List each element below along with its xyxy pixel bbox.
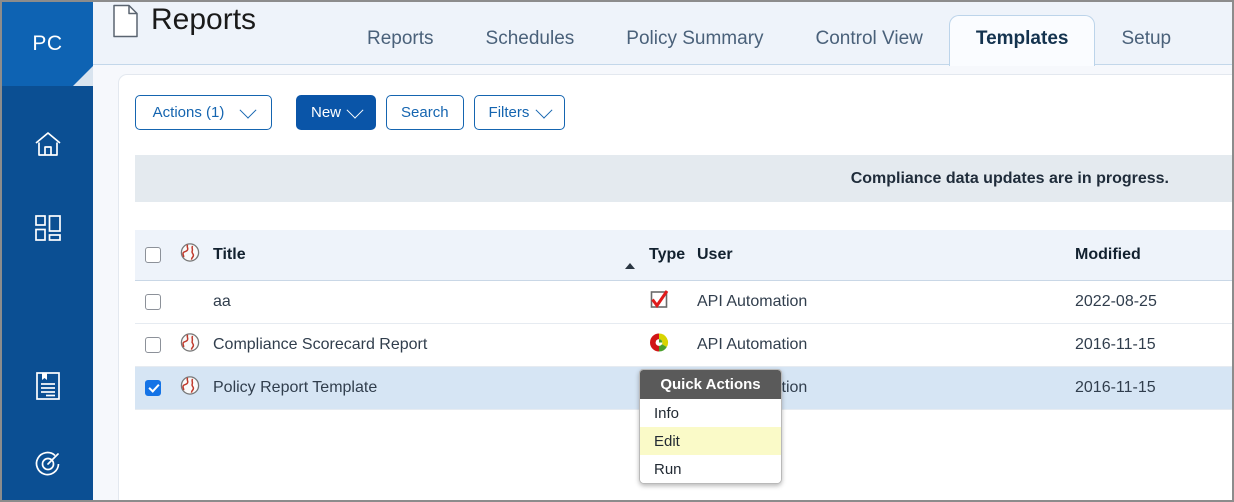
- notice-bar: Compliance data updates are in progress.: [135, 155, 1232, 202]
- globe-icon: [180, 243, 200, 268]
- search-button[interactable]: Search: [386, 95, 464, 130]
- quick-actions-title: Quick Actions: [640, 370, 781, 399]
- table-header-row: Title Type User Modified: [135, 230, 1232, 281]
- chevron-down-icon: [346, 101, 364, 119]
- application-window: PC Reports Reports Schedules Policy Summ…: [0, 0, 1234, 502]
- new-button[interactable]: New: [296, 95, 377, 130]
- row-title: Policy Report Template: [213, 379, 378, 396]
- globe-icon: [180, 376, 200, 401]
- checkbox-box: [145, 380, 161, 396]
- quick-actions-menu: Quick Actions Info Edit Run: [639, 369, 782, 484]
- left-nav-rail: PC: [2, 2, 93, 500]
- chevron-down-icon: [535, 101, 553, 119]
- tab-templates[interactable]: Templates: [948, 15, 1096, 66]
- reports-icon: [35, 371, 61, 401]
- search-button-label: Search: [401, 104, 449, 121]
- notice-message: Compliance data updates are in progress.: [850, 169, 1169, 187]
- checkbox-box: [145, 337, 161, 353]
- filters-button[interactable]: Filters: [473, 95, 566, 130]
- column-header-title[interactable]: Title: [213, 246, 246, 264]
- top-header-bar: Reports Reports Schedules Policy Summary…: [93, 2, 1232, 66]
- column-header-type[interactable]: Type: [649, 246, 685, 264]
- table-toolbar: Actions (1) New Search Filters: [135, 95, 566, 130]
- filters-button-label: Filters: [488, 104, 530, 121]
- row-user: API Automation: [697, 336, 808, 353]
- logo-corner-notch: [73, 66, 93, 86]
- main-tab-bar: Reports Schedules Policy Summary Control…: [341, 2, 1197, 66]
- actions-button[interactable]: Actions (1): [135, 95, 272, 130]
- row-modified: 2016-11-15: [1075, 336, 1156, 353]
- dashboard-icon: [34, 214, 62, 242]
- tab-reports[interactable]: Reports: [341, 29, 460, 65]
- sidebar-item-monitoring[interactable]: [2, 430, 93, 498]
- sidebar-item-reports[interactable]: [2, 352, 93, 420]
- row-modified: 2016-11-15: [1075, 379, 1156, 396]
- checkbox-red-check-icon: [649, 290, 669, 315]
- menu-item-info[interactable]: Info: [640, 399, 781, 427]
- page-title-group: Reports: [112, 4, 256, 38]
- sidebar-item-dashboard[interactable]: [2, 194, 93, 262]
- column-header-user[interactable]: User: [697, 246, 733, 264]
- select-all-checkbox[interactable]: [145, 247, 161, 263]
- tab-control-view[interactable]: Control View: [790, 29, 949, 65]
- column-header-modified[interactable]: Modified: [1075, 246, 1141, 264]
- row-checkbox[interactable]: [145, 380, 161, 396]
- new-button-label: New: [311, 104, 342, 121]
- document-icon: [112, 4, 139, 38]
- row-modified: 2022-08-25: [1075, 293, 1157, 310]
- tab-schedules[interactable]: Schedules: [460, 29, 601, 65]
- row-user: API Automation: [697, 293, 808, 310]
- actions-button-label: Actions (1): [152, 104, 225, 121]
- checkbox-box: [145, 294, 161, 310]
- pie-chart-icon: [649, 333, 669, 358]
- table-row[interactable]: Compliance Scorecard Report API Automati…: [135, 324, 1232, 367]
- table-row[interactable]: aa API Automation 2022-08-25: [135, 281, 1232, 324]
- sort-ascending-icon[interactable]: [625, 246, 635, 269]
- page-title: Reports: [151, 2, 257, 36]
- globe-icon: [180, 333, 200, 358]
- home-icon: [33, 130, 63, 158]
- gauge-icon: [33, 449, 63, 479]
- tab-policy-summary[interactable]: Policy Summary: [600, 29, 789, 65]
- rail-icon-list: [2, 86, 93, 498]
- row-title: Compliance Scorecard Report: [213, 336, 428, 353]
- row-checkbox[interactable]: [145, 294, 161, 310]
- sidebar-item-home[interactable]: [2, 110, 93, 178]
- app-logo[interactable]: PC: [2, 2, 93, 86]
- menu-item-run[interactable]: Run: [640, 455, 781, 483]
- chevron-down-icon: [239, 101, 257, 119]
- checkbox-box: [145, 247, 161, 263]
- tab-setup[interactable]: Setup: [1095, 29, 1197, 65]
- row-title: aa: [213, 293, 231, 310]
- row-checkbox[interactable]: [145, 337, 161, 353]
- menu-item-edit[interactable]: Edit: [640, 427, 781, 455]
- app-logo-text: PC: [32, 32, 63, 55]
